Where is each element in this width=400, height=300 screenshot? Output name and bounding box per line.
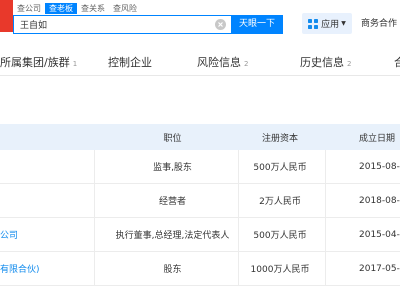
tab-relation[interactable]: 查关系 [77,3,109,14]
position-cell: 经营者 [158,197,186,207]
chevron-down-icon: ▼ [341,20,346,27]
capital-cell: 500万人民币 [253,163,307,173]
search-box [13,15,231,34]
business-cooperation-link[interactable]: 商务合作 [361,16,397,29]
tab-risk-info[interactable]: 风险信息 2 [197,54,248,70]
col-capital: 注册资本 [261,133,298,144]
tab-cooperation[interactable]: 合 [394,54,400,70]
date-cell: 2015-04-2 [359,229,400,240]
logo[interactable] [0,0,13,32]
search-input[interactable] [14,16,213,33]
company-name-link[interactable]: 有限合伙) [0,252,40,285]
tab-risk[interactable]: 查风险 [109,3,141,14]
table-row: 公司 执行董事,总经理,法定代表人 500万人民币 2015-04-2 [0,218,400,252]
divider [94,184,95,217]
tab-label: 合 [394,56,400,69]
divider [238,150,239,183]
tab-label: 风险信息 [197,56,241,69]
tab-company[interactable]: 查公司 [13,3,45,14]
capital-cell: 2万人民币 [259,197,301,207]
divider [94,150,95,183]
position-cell: 监事,股东 [153,163,192,173]
divider [325,218,326,251]
capital-cell: 500万人民币 [253,231,307,241]
tab-label: 所属集团/族群 [0,56,70,69]
table-row: 有限合伙) 股东 1000万人民币 2017-05-0 [0,252,400,286]
divider [238,218,239,251]
tab-group[interactable]: 所属集团/族群 1 [0,54,77,70]
divider [325,184,326,217]
category-tabs: 所属集团/族群 1 控制企业 风险信息 2 历史信息 2 合 [0,48,400,76]
top-header: 查公司 查老板 查关系 查风险 天眼一下 应用 ▼ [0,0,400,44]
divider [325,252,326,285]
tab-boss[interactable]: 查老板 [45,3,77,14]
apps-label: 应用 [321,20,340,30]
company-name-link[interactable]: 公司 [0,218,18,251]
table-header: 职位 注册资本 成立日期 [0,124,400,150]
tab-label: 历史信息 [300,56,344,69]
date-cell: 2018-08-3 [359,195,400,206]
position-cell: 股东 [163,265,182,275]
divider [325,150,326,183]
tab-count: 2 [244,60,249,68]
tab-history[interactable]: 历史信息 2 [300,54,351,70]
apps-button[interactable]: 应用 ▼ [302,13,352,34]
position-cell: 执行董事,总经理,法定代表人 [115,231,230,241]
apps-grid-icon [308,18,319,29]
divider [94,218,95,251]
table-row: 监事,股东 500万人民币 2015-08-1 [0,150,400,184]
divider [238,252,239,285]
col-date: 成立日期 [359,133,396,144]
search-type-tabs: 查公司 查老板 查关系 查风险 [13,3,141,14]
tab-count: 1 [72,60,78,68]
clear-icon[interactable] [213,18,227,32]
col-position: 职位 [163,133,182,144]
tab-controlled-companies[interactable]: 控制企业 [108,54,155,70]
table-row: 经营者 2万人民币 2018-08-3 [0,184,400,218]
date-cell: 2015-08-1 [359,161,400,172]
divider [94,252,95,285]
divider [238,184,239,217]
tab-count: 2 [347,60,352,68]
tab-label: 控制企业 [108,56,152,69]
company-table: 职位 注册资本 成立日期 监事,股东 500万人民币 2015-08-1 经营者… [0,124,400,286]
search-button[interactable]: 天眼一下 [231,15,283,34]
date-cell: 2017-05-0 [359,263,400,274]
page: 查公司 查老板 查关系 查风险 天眼一下 应用 ▼ [0,0,400,300]
capital-cell: 1000万人民币 [250,265,310,275]
